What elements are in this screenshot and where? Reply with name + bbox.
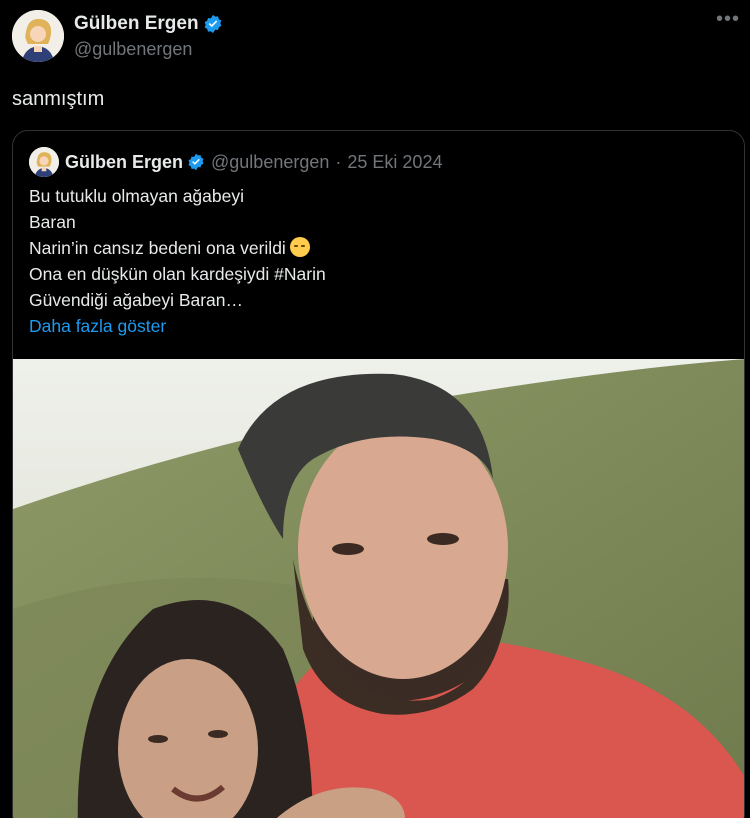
tweet-text: sanmıştım xyxy=(12,88,105,110)
show-more-link[interactable]: Daha fazla göster xyxy=(29,313,729,339)
quoted-avatar[interactable] xyxy=(29,147,59,177)
quoted-line-with-emoji: Narin’in cansız bedeni ona verildi xyxy=(29,235,729,261)
quoted-line: Bu tutuklu olmayan ağabeyi xyxy=(29,186,244,206)
quoted-line: Baran xyxy=(29,212,76,232)
quoted-tweet-header: Gülben Ergen @gulbenergen · 25 Eki 2024 xyxy=(29,147,442,177)
verified-badge-icon xyxy=(204,14,221,33)
quoted-handle[interactable]: @gulbenergen xyxy=(211,152,329,173)
quoted-tweet-text: Bu tutuklu olmayan ağabeyi Baran Narin’i… xyxy=(29,183,729,339)
quoted-display-name[interactable]: Gülben Ergen xyxy=(65,152,183,173)
quoted-line: Narin’in cansız bedeni ona verildi xyxy=(29,238,286,258)
display-name[interactable]: Gülben Ergen xyxy=(74,13,199,35)
quoted-line: Güvendiği ağabeyi Baran… xyxy=(29,290,244,310)
tweet-photo[interactable] xyxy=(13,359,745,818)
avatar[interactable] xyxy=(12,10,64,62)
verified-badge-icon xyxy=(188,153,204,171)
quoted-tweet[interactable]: Gülben Ergen @gulbenergen · 25 Eki 2024 … xyxy=(12,130,745,818)
tweet-header: Gülben Ergen @gulbenergen xyxy=(12,10,223,62)
quoted-date[interactable]: 25 Eki 2024 xyxy=(347,152,442,173)
pensive-face-emoji-icon xyxy=(289,237,310,257)
more-options-icon[interactable]: ••• xyxy=(716,8,740,31)
quoted-line: Ona en düşkün olan kardeşiydi #Narin xyxy=(29,264,326,284)
handle[interactable]: @gulbenergen xyxy=(74,39,223,60)
separator-dot: · xyxy=(335,151,342,172)
